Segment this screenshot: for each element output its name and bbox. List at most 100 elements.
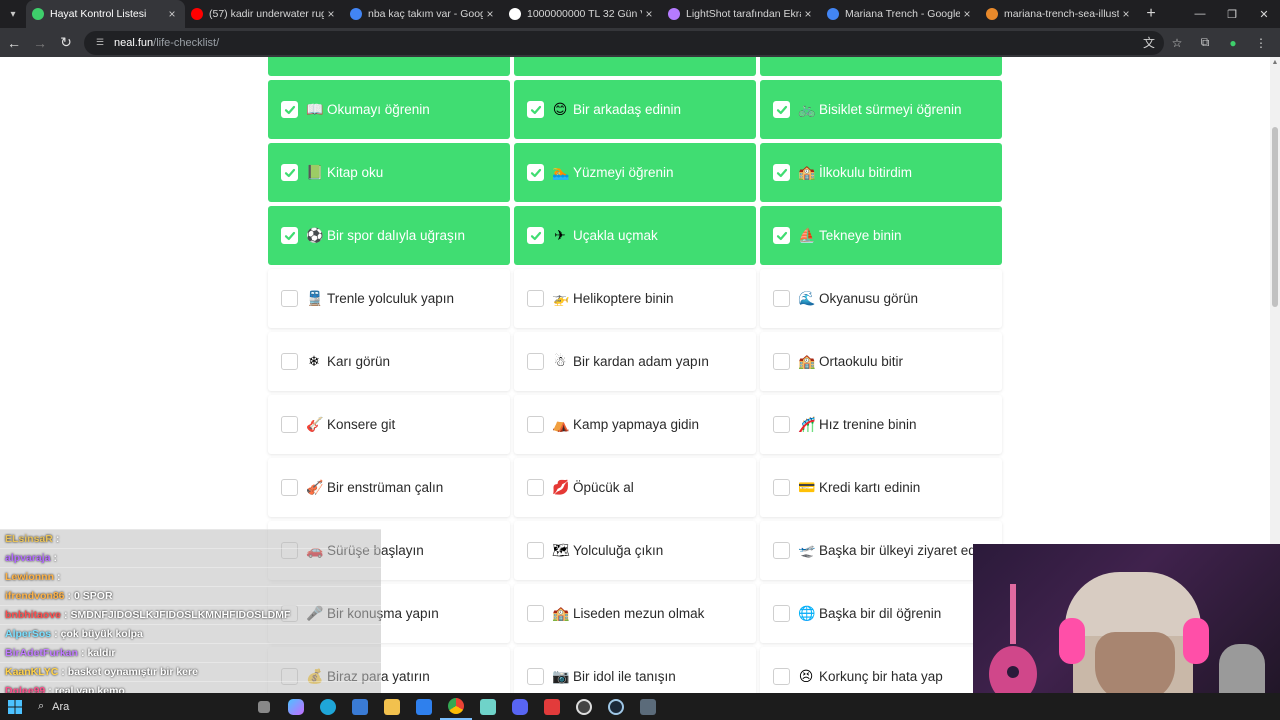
checklist-item[interactable]: 💳 Kredi kartı edinin bbox=[760, 458, 1002, 517]
checklist-item[interactable]: 🏊 Yüzmeyi öğrenin bbox=[514, 143, 756, 202]
checklist-item[interactable]: 🏫 İlkokulu bitirdim bbox=[760, 143, 1002, 202]
checklist-item[interactable]: 💋 Öpücük al bbox=[514, 458, 756, 517]
checkbox[interactable] bbox=[281, 227, 298, 244]
task-view-icon[interactable] bbox=[248, 693, 280, 720]
checklist-item[interactable] bbox=[514, 57, 756, 76]
checklist-item[interactable]: 🎢 Hız trenine binin bbox=[760, 395, 1002, 454]
menu-kebab-icon[interactable]: ⋮ bbox=[1250, 32, 1272, 54]
translate-icon[interactable]: 文 bbox=[1138, 32, 1160, 54]
checkbox[interactable] bbox=[281, 416, 298, 433]
checklist-item[interactable]: 🛫 Başka bir ülkeyi ziyaret edin bbox=[760, 521, 1002, 580]
checklist-item[interactable]: 🌐 Başka bir dil öğrenin bbox=[760, 584, 1002, 643]
checklist-item[interactable]: 🗺 Yolculuğa çıkın bbox=[514, 521, 756, 580]
checkbox[interactable] bbox=[773, 290, 790, 307]
checkbox[interactable] bbox=[773, 668, 790, 685]
checklist-item[interactable] bbox=[760, 57, 1002, 76]
checkbox[interactable] bbox=[281, 290, 298, 307]
bookmark-star-icon[interactable]: ☆ bbox=[1166, 32, 1188, 54]
browser-tab[interactable]: 1000000000 TL 32 Gün Vadeli F× bbox=[503, 0, 662, 28]
checklist-item[interactable]: ❄ Karı görün bbox=[268, 332, 510, 391]
checkbox[interactable] bbox=[773, 479, 790, 496]
checkbox[interactable] bbox=[773, 605, 790, 622]
checkbox[interactable] bbox=[527, 542, 544, 559]
back-icon[interactable]: ← bbox=[2, 31, 26, 55]
checkbox[interactable] bbox=[527, 416, 544, 433]
checkbox[interactable] bbox=[281, 479, 298, 496]
checklist-item[interactable]: 🚲 Bisiklet sürmeyi öğrenin bbox=[760, 80, 1002, 139]
profile-icon[interactable]: ● bbox=[1222, 32, 1244, 54]
checklist-item[interactable]: 😣 Korkunç bir hata yap bbox=[760, 647, 1002, 693]
close-tab-icon[interactable]: × bbox=[165, 7, 179, 21]
browser-tab[interactable]: Hayat Kontrol Listesi × bbox=[26, 0, 185, 28]
minimize-icon[interactable]: — bbox=[1184, 0, 1216, 28]
browser-tab[interactable]: Mariana Trench - Google'da Ar× bbox=[821, 0, 980, 28]
checkbox[interactable] bbox=[773, 164, 790, 181]
checklist-item[interactable]: 📗 Kitap oku bbox=[268, 143, 510, 202]
browser-tab[interactable]: nba kaç takım var - Google'da A× bbox=[344, 0, 503, 28]
checklist-item[interactable]: 🚆 Trenle yolculuk yapın bbox=[268, 269, 510, 328]
obs-icon[interactable] bbox=[568, 693, 600, 720]
chrome-icon[interactable] bbox=[440, 693, 472, 720]
checklist-item[interactable]: ⛺ Kamp yapmaya gidin bbox=[514, 395, 756, 454]
checklist-item[interactable]: 🏫 Liseden mezun olmak bbox=[514, 584, 756, 643]
checkbox[interactable] bbox=[773, 101, 790, 118]
checkbox[interactable] bbox=[527, 479, 544, 496]
checkbox[interactable] bbox=[773, 353, 790, 370]
new-tab-button[interactable]: + bbox=[1139, 5, 1163, 23]
checkbox[interactable] bbox=[281, 353, 298, 370]
tab-search-icon[interactable]: ▾ bbox=[0, 0, 26, 28]
checklist-item[interactable]: 🚁 Helikoptere binin bbox=[514, 269, 756, 328]
checkbox[interactable] bbox=[773, 416, 790, 433]
checklist-item[interactable]: 🌊 Okyanusu görün bbox=[760, 269, 1002, 328]
close-tab-icon[interactable]: × bbox=[324, 7, 338, 21]
notes-icon[interactable] bbox=[472, 693, 504, 720]
close-tab-icon[interactable]: × bbox=[1119, 7, 1133, 21]
scroll-thumb[interactable] bbox=[1272, 127, 1278, 307]
checklist-item[interactable]: 🎸 Konsere git bbox=[268, 395, 510, 454]
checklist-item[interactable]: 📖 Okumayı öğrenin bbox=[268, 80, 510, 139]
copilot-icon[interactable] bbox=[280, 693, 312, 720]
stream-app-icon[interactable] bbox=[536, 693, 568, 720]
mail-icon[interactable] bbox=[408, 693, 440, 720]
checklist-item[interactable]: ☃ Bir kardan adam yapın bbox=[514, 332, 756, 391]
close-tab-icon[interactable]: × bbox=[483, 7, 497, 21]
file-explorer-icon[interactable] bbox=[376, 693, 408, 720]
checkbox[interactable] bbox=[773, 227, 790, 244]
close-tab-icon[interactable]: × bbox=[642, 7, 656, 21]
edge-icon[interactable] bbox=[312, 693, 344, 720]
close-tab-icon[interactable]: × bbox=[801, 7, 815, 21]
close-window-icon[interactable]: ✕ bbox=[1248, 0, 1280, 28]
checkbox[interactable] bbox=[281, 101, 298, 118]
checkbox[interactable] bbox=[527, 290, 544, 307]
checklist-item[interactable]: ⛵ Tekneye binin bbox=[760, 206, 1002, 265]
store-icon[interactable] bbox=[344, 693, 376, 720]
address-bar[interactable]: ☰ neal.fun/life-checklist/ bbox=[84, 30, 1164, 55]
reload-icon[interactable]: ↻ bbox=[54, 31, 78, 55]
taskbar-search[interactable]: ⌕ Ara bbox=[30, 695, 230, 718]
checkbox[interactable] bbox=[527, 164, 544, 181]
browser-tab[interactable]: (57) kadir underwater rugby - Y× bbox=[185, 0, 344, 28]
checkbox[interactable] bbox=[527, 668, 544, 685]
browser-tab[interactable]: mariana-trench-sea-illustration× bbox=[980, 0, 1139, 28]
extensions-icon[interactable]: ⧉ bbox=[1194, 32, 1216, 54]
checklist-item[interactable]: 🏫 Ortaokulu bitir bbox=[760, 332, 1002, 391]
calculator-icon[interactable] bbox=[632, 693, 664, 720]
browser-tab[interactable]: LightShot tarafından Ekran Gör× bbox=[662, 0, 821, 28]
checkbox[interactable] bbox=[281, 164, 298, 181]
restore-icon[interactable]: ❐ bbox=[1216, 0, 1248, 28]
discord-icon[interactable] bbox=[504, 693, 536, 720]
checklist-item[interactable] bbox=[268, 57, 510, 76]
checkbox[interactable] bbox=[527, 353, 544, 370]
scroll-up-icon[interactable]: ▲ bbox=[1271, 59, 1279, 67]
checklist-item[interactable]: 📷 Bir idol ile tanışın bbox=[514, 647, 756, 693]
checkbox[interactable] bbox=[527, 101, 544, 118]
checklist-item[interactable]: ✈ Uçakla uçmak bbox=[514, 206, 756, 265]
site-info-icon[interactable]: ☰ bbox=[94, 37, 106, 49]
checkbox[interactable] bbox=[527, 605, 544, 622]
steam-icon[interactable] bbox=[600, 693, 632, 720]
checklist-item[interactable]: ⚽ Bir spor dalıyla uğraşın bbox=[268, 206, 510, 265]
checkbox[interactable] bbox=[773, 542, 790, 559]
checklist-item[interactable]: 🎻 Bir enstrüman çalın bbox=[268, 458, 510, 517]
close-tab-icon[interactable]: × bbox=[960, 7, 974, 21]
start-button[interactable] bbox=[0, 693, 30, 720]
